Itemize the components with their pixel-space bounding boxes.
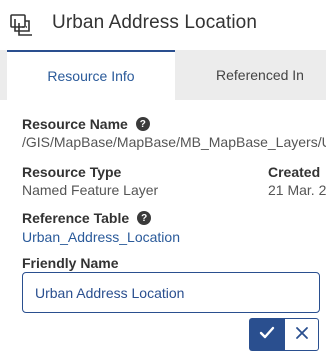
tab-content: Resource Name ? /GIS/MapBase/MapBase/MB_… [0,100,326,356]
reference-table-label-row: Reference Table ? [22,210,152,226]
tab-bar: Resource Info Referenced In [0,50,326,100]
resource-name-label-row: Resource Name ? [22,116,150,132]
help-icon[interactable]: ? [137,211,152,225]
help-icon[interactable]: ? [135,117,150,131]
close-icon [295,326,309,343]
reference-table-label: Reference Table [22,210,130,226]
tab-referenced-in[interactable]: Referenced In [175,50,326,100]
resource-type-value: Named Feature Layer [22,182,159,198]
layer-stack-icon [9,13,33,37]
resource-info-panel: Urban Address Location Resource Info Ref… [0,0,326,356]
resource-name-label: Resource Name [22,116,128,132]
check-icon [259,326,275,343]
resource-name-value: /GIS/MapBase/MapBase/MB_MapBase_Layers/U [22,134,326,150]
tab-resource-info[interactable]: Resource Info [7,50,175,100]
panel-header: Urban Address Location [0,0,326,50]
created-value: 21 Mar. 2 [268,182,326,198]
friendly-name-label: Friendly Name [22,255,119,271]
friendly-name-input[interactable] [22,272,320,313]
page-title: Urban Address Location [52,12,257,33]
reference-table-link[interactable]: Urban_Address_Location [22,229,180,245]
created-label: Created [268,164,321,180]
confirm-button[interactable] [249,318,284,351]
resource-type-label: Resource Type [22,164,122,180]
cancel-button[interactable] [284,318,319,351]
